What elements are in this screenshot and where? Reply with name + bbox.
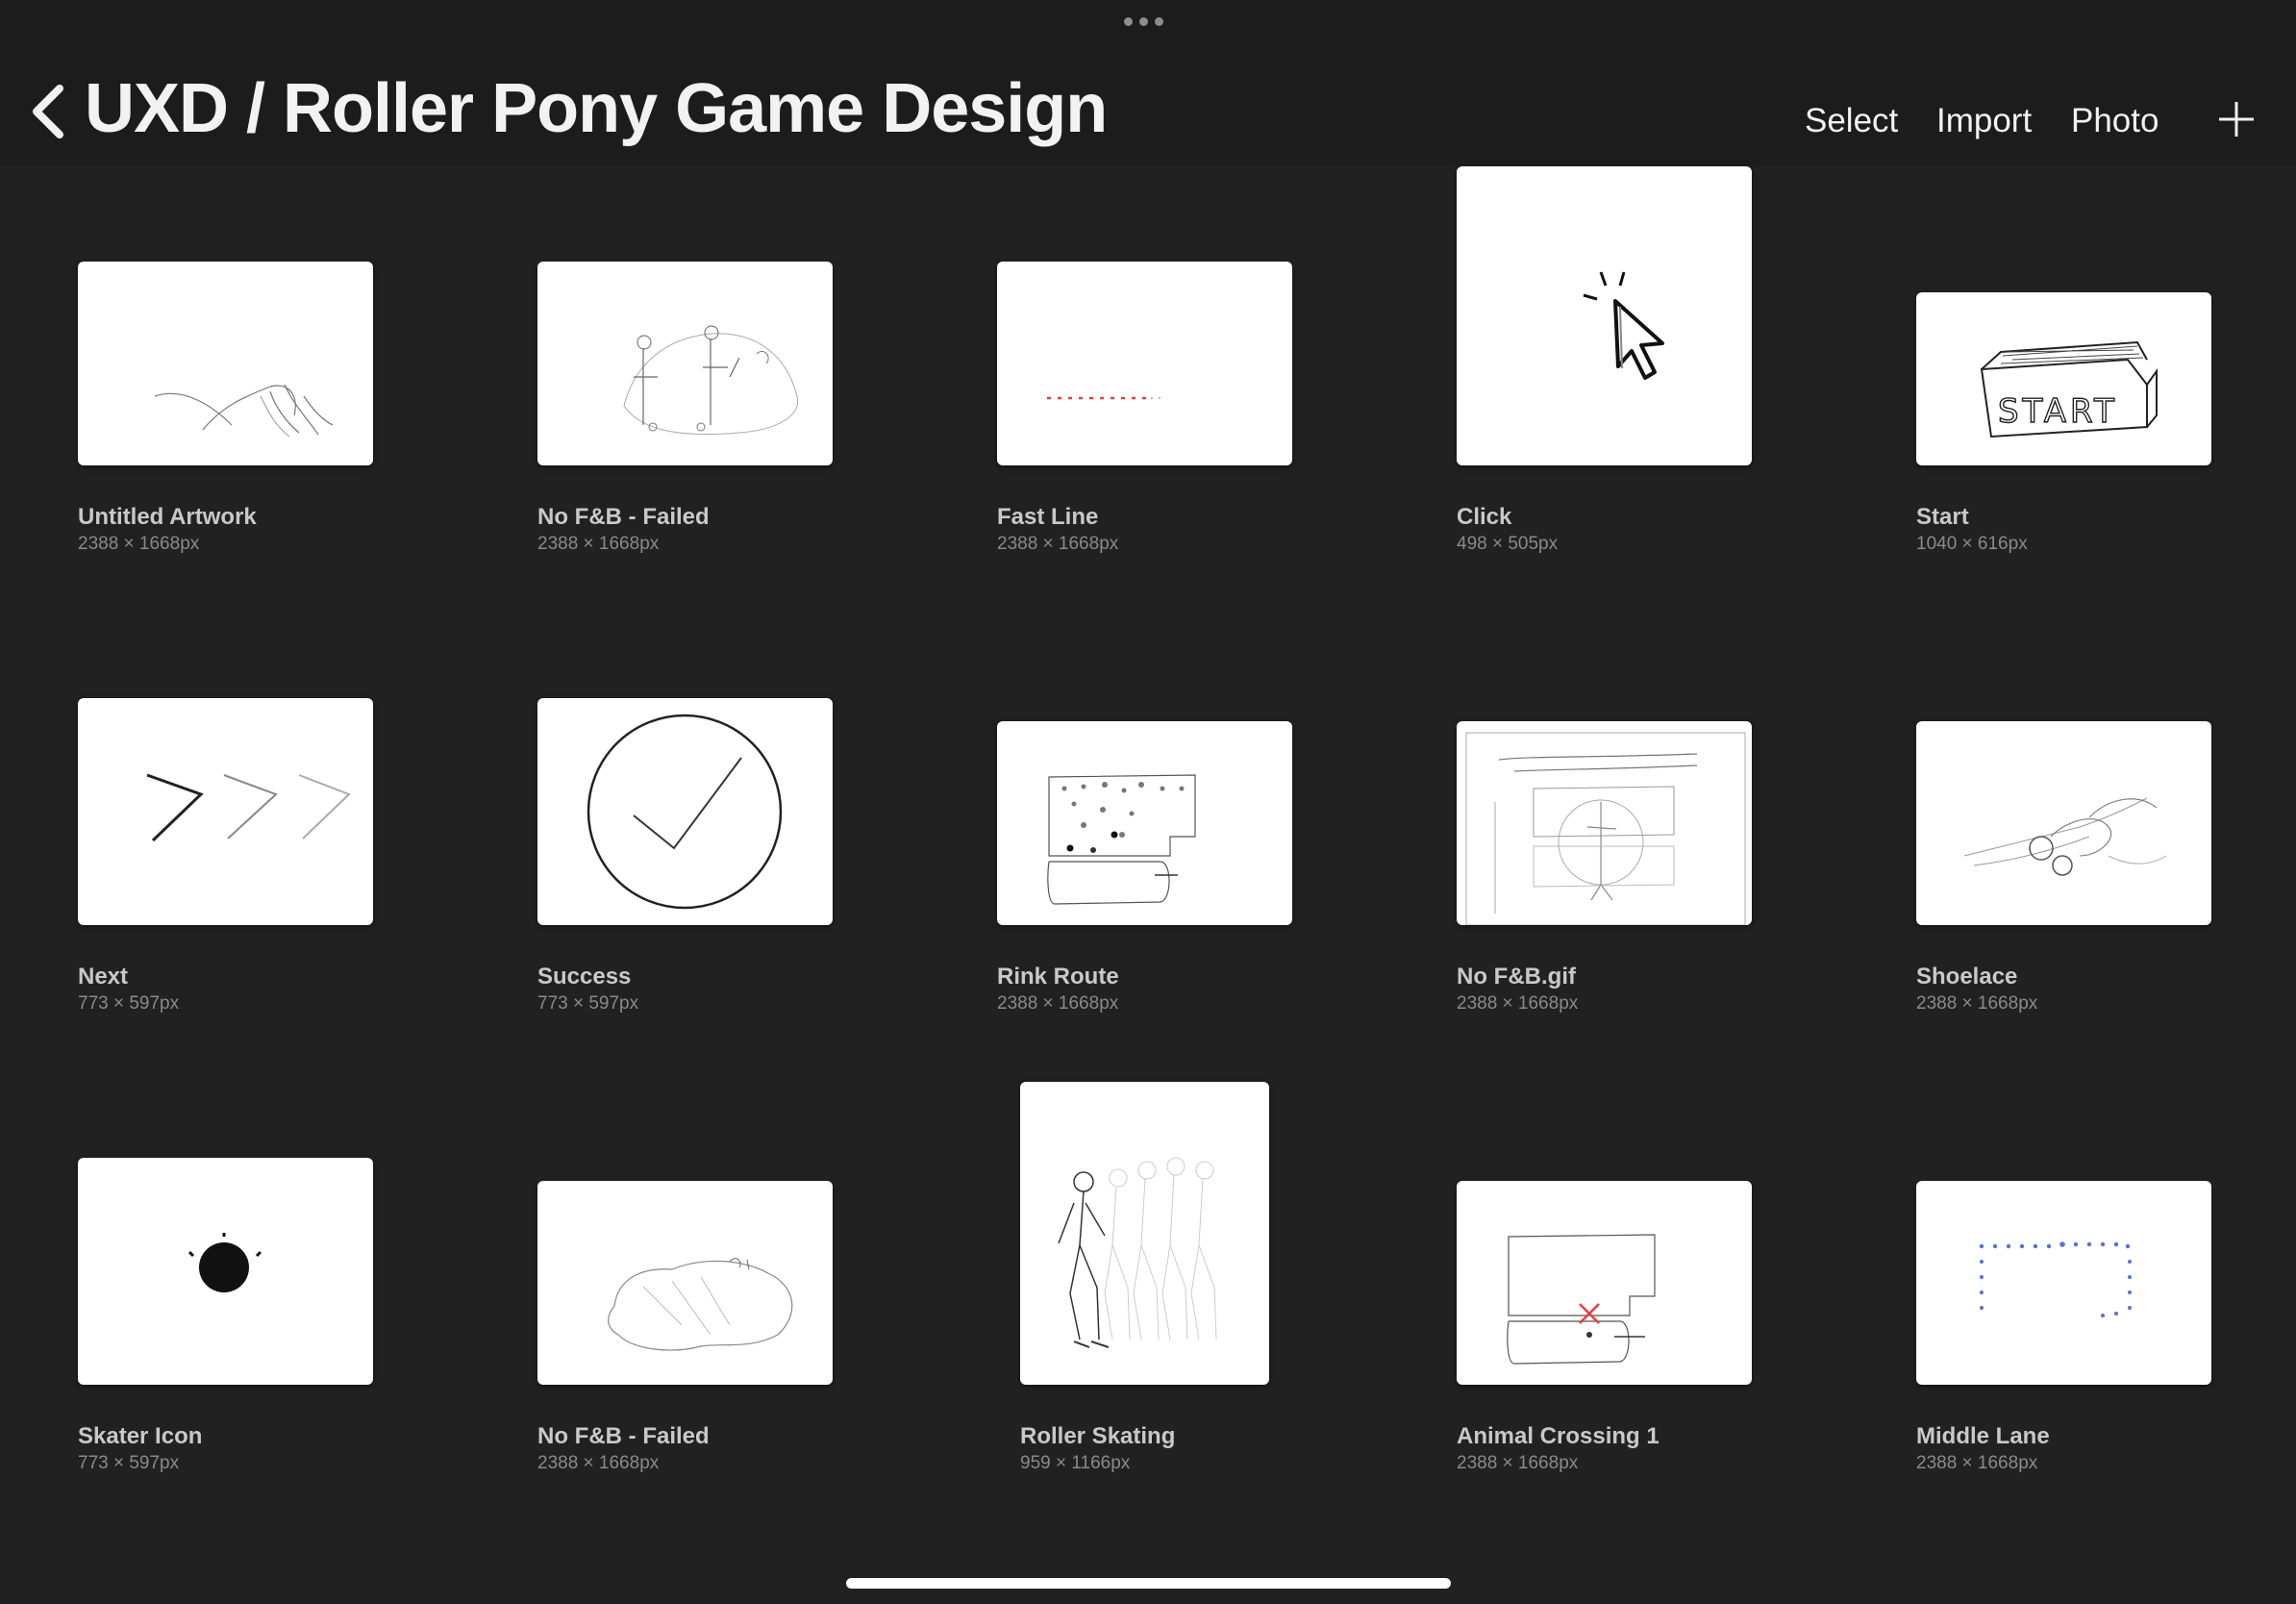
artwork-dimensions: 773 × 597px xyxy=(78,1453,180,1473)
artwork-name: Animal Crossing 1 xyxy=(1457,1423,1660,1449)
plus-icon[interactable] xyxy=(2217,100,2256,138)
page-title: UXD / Roller Pony Game Design xyxy=(85,70,1108,147)
artwork-caption: Shoelace 2388 × 1668px xyxy=(1916,964,2234,1015)
artwork-caption: Success 773 × 597px xyxy=(537,964,855,1015)
artwork-caption: Roller Skating 959 × 1166px xyxy=(1020,1423,1337,1474)
artwork-name: Success xyxy=(537,964,632,990)
artwork-caption: Start 1040 × 616px xyxy=(1916,504,2234,555)
artwork-caption: No F&B.gif 2388 × 1668px xyxy=(1457,964,1774,1015)
photo-button[interactable]: Photo xyxy=(2071,102,2159,140)
artwork-caption: Fast Line 2388 × 1668px xyxy=(997,504,1314,555)
artwork-dimensions: 773 × 597px xyxy=(78,993,180,1014)
artwork-caption: Next 773 × 597px xyxy=(78,964,395,1015)
artwork-dimensions: 2388 × 1668px xyxy=(997,534,1119,554)
artwork-dimensions: 2388 × 1668px xyxy=(78,534,200,554)
artwork-name: Start xyxy=(1916,504,1969,530)
artwork-dimensions: 1040 × 616px xyxy=(1916,534,2028,554)
artwork-caption: Skater Icon 773 × 597px xyxy=(78,1423,395,1474)
artwork-thumbnail-no-fb-failed-2[interactable] xyxy=(537,1181,833,1385)
artwork-name: Click xyxy=(1457,504,1512,530)
artwork-thumbnail-rink-route[interactable] xyxy=(997,721,1292,925)
artwork-thumbnail-untitled-artwork[interactable] xyxy=(78,262,373,465)
artwork-thumbnail-roller-skating[interactable] xyxy=(1020,1082,1269,1385)
artwork-thumbnail-click[interactable] xyxy=(1457,166,1752,465)
artwork-dimensions: 2388 × 1668px xyxy=(537,1453,660,1473)
artwork-name: Fast Line xyxy=(997,504,1099,530)
artwork-thumbnail-no-fb-gif[interactable] xyxy=(1457,721,1752,925)
artwork-name: No F&B - Failed xyxy=(537,1423,710,1449)
artwork-name: No F&B - Failed xyxy=(537,504,710,530)
artwork-name: Rink Route xyxy=(997,964,1119,990)
artwork-thumbnail-middle-lane[interactable] xyxy=(1916,1181,2211,1385)
artwork-dimensions: 2388 × 1668px xyxy=(1457,1453,1579,1473)
artwork-thumbnail-shoelace[interactable] xyxy=(1916,721,2211,925)
artwork-caption: No F&B - Failed 2388 × 1668px xyxy=(537,504,855,555)
start-thumb-text: START xyxy=(1998,392,2118,431)
artwork-name: Shoelace xyxy=(1916,964,2018,990)
artwork-dimensions: 498 × 505px xyxy=(1457,534,1559,554)
chevron-left-icon[interactable] xyxy=(27,81,69,142)
artwork-dimensions: 959 × 1166px xyxy=(1020,1453,1131,1473)
artwork-dimensions: 2388 × 1668px xyxy=(1916,1453,2038,1473)
artwork-name: Roller Skating xyxy=(1020,1423,1176,1449)
artwork-dimensions: 2388 × 1668px xyxy=(1916,993,2038,1014)
artwork-thumbnail-skater-icon[interactable] xyxy=(78,1158,373,1385)
artwork-thumbnail-success[interactable] xyxy=(537,698,833,925)
artwork-dimensions: 2388 × 1668px xyxy=(1457,993,1579,1014)
artwork-caption: Untitled Artwork 2388 × 1668px xyxy=(78,504,395,555)
artwork-name: No F&B.gif xyxy=(1457,964,1576,990)
artwork-caption: Animal Crossing 1 2388 × 1668px xyxy=(1457,1423,1774,1474)
artwork-caption: Middle Lane 2388 × 1668px xyxy=(1916,1423,2234,1474)
artwork-thumbnail-no-fb-failed[interactable] xyxy=(537,262,833,465)
artwork-caption: No F&B - Failed 2388 × 1668px xyxy=(537,1423,855,1474)
artwork-caption: Click 498 × 505px xyxy=(1457,504,1774,555)
artwork-thumbnail-fast-line[interactable] xyxy=(997,262,1292,465)
artwork-name: Untitled Artwork xyxy=(78,504,257,530)
artwork-dimensions: 2388 × 1668px xyxy=(997,993,1119,1014)
artwork-dimensions: 773 × 597px xyxy=(537,993,639,1014)
artwork-name: Skater Icon xyxy=(78,1423,203,1449)
artwork-name: Next xyxy=(78,964,129,990)
artwork-dimensions: 2388 × 1668px xyxy=(537,534,660,554)
more-options-icon[interactable] xyxy=(1124,17,1163,26)
home-indicator[interactable] xyxy=(846,1578,1451,1589)
artwork-thumbnail-animal-crossing-1[interactable] xyxy=(1457,1181,1752,1385)
select-button[interactable]: Select xyxy=(1805,102,1898,140)
artwork-thumbnail-next[interactable] xyxy=(78,698,373,925)
artwork-name: Middle Lane xyxy=(1916,1423,2050,1449)
import-button[interactable]: Import xyxy=(1936,102,2032,140)
artwork-thumbnail-start[interactable]: START xyxy=(1916,292,2211,465)
artwork-caption: Rink Route 2388 × 1668px xyxy=(997,964,1314,1015)
